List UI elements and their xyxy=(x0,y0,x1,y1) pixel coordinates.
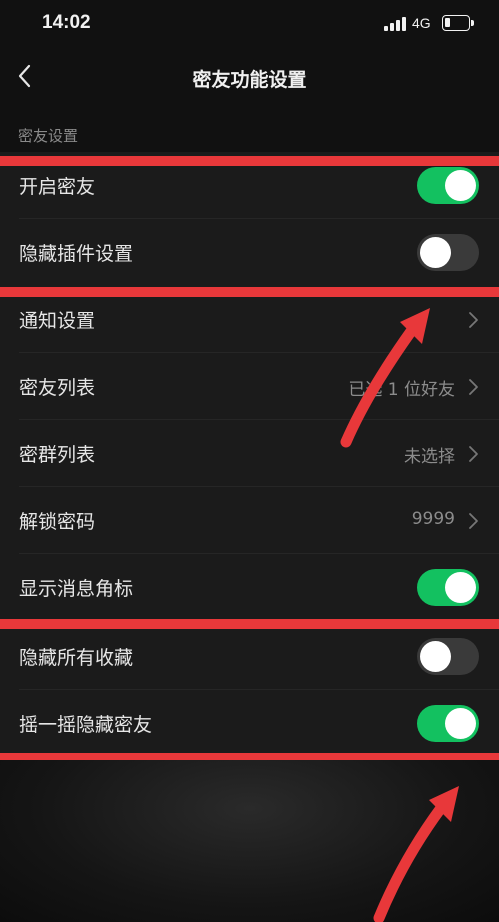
row-label: 开启密友 xyxy=(19,176,96,198)
hide-all-favorites-toggle[interactable] xyxy=(417,638,479,675)
row-value: 9999 xyxy=(411,509,455,529)
section-header: 密友设置 xyxy=(18,127,79,145)
annotation-line-2 xyxy=(0,287,499,297)
chevron-right-icon xyxy=(469,446,478,462)
status-bar: 14:02 4G xyxy=(0,0,499,50)
shake-hide-close-friends-toggle[interactable] xyxy=(417,705,479,742)
row-hide-plugin-settings[interactable]: 隐藏插件设置 xyxy=(0,219,499,286)
nav-bar: 密友功能设置 xyxy=(0,50,499,106)
network-label: 4G xyxy=(412,15,431,31)
row-label: 隐藏所有收藏 xyxy=(19,647,134,669)
annotation-arrow-icon xyxy=(373,786,459,922)
row-show-message-badge[interactable]: 显示消息角标 xyxy=(0,554,499,621)
annotation-line-top xyxy=(0,156,499,166)
row-label: 通知设置 xyxy=(19,310,96,332)
chevron-right-icon xyxy=(469,312,478,328)
row-label: 密友列表 xyxy=(19,377,96,399)
enable-close-friends-toggle[interactable] xyxy=(417,167,479,204)
row-label: 摇一摇隐藏密友 xyxy=(19,714,153,736)
annotation-line-3 xyxy=(0,619,499,629)
annotation-arrow-icon xyxy=(340,308,430,448)
row-label: 隐藏插件设置 xyxy=(19,243,134,265)
hide-plugin-settings-toggle[interactable] xyxy=(417,234,479,271)
row-unlock-password[interactable]: 解锁密码 9999 xyxy=(0,487,499,554)
signal-icon xyxy=(384,17,406,31)
status-time: 14:02 xyxy=(42,12,91,33)
row-shake-hide-close-friends[interactable]: 摇一摇隐藏密友 xyxy=(0,690,499,757)
settings-list: 开启密友 隐藏插件设置 通知设置 密友列表 已选 1 位好友 密群列表 未选择 … xyxy=(0,152,499,760)
battery-icon xyxy=(442,15,474,31)
show-message-badge-toggle[interactable] xyxy=(417,569,479,606)
row-label: 显示消息角标 xyxy=(19,578,134,600)
chevron-right-icon xyxy=(469,379,478,395)
page-title: 密友功能设置 xyxy=(192,69,307,91)
row-label: 解锁密码 xyxy=(19,511,96,533)
row-hide-all-favorites[interactable]: 隐藏所有收藏 xyxy=(0,623,499,690)
row-label: 密群列表 xyxy=(19,444,96,466)
chevron-right-icon xyxy=(469,513,478,529)
